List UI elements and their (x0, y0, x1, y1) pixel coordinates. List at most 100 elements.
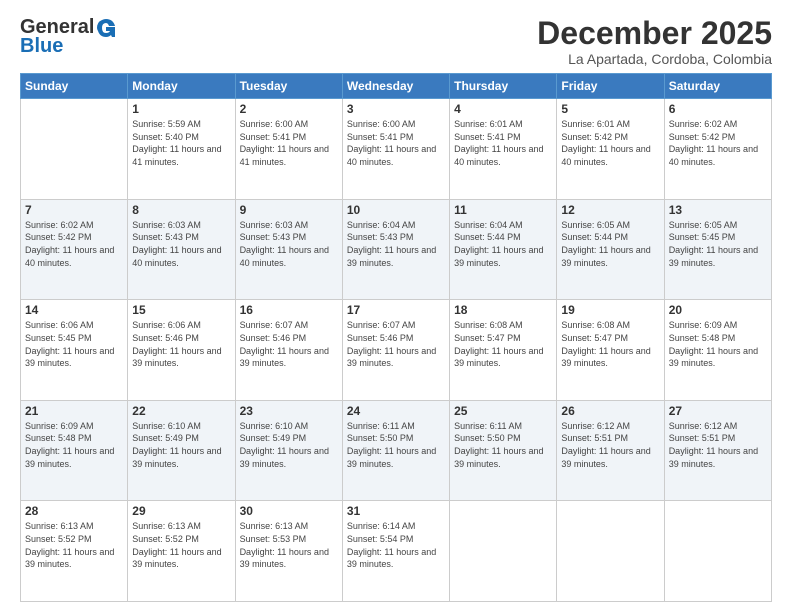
day-number: 7 (25, 203, 123, 217)
day-number: 10 (347, 203, 445, 217)
day-number: 12 (561, 203, 659, 217)
calendar-cell: 19 Sunrise: 6:08 AMSunset: 5:47 PMDayligh… (557, 300, 664, 401)
calendar-cell: 10Sunrise: 6:04 AMSunset: 5:43 PMDayligh… (342, 199, 449, 300)
calendar-cell: 8 Sunrise: 6:03 AMSunset: 5:43 PMDaylight… (128, 199, 235, 300)
calendar-cell: 12 Sunrise: 6:05 AMSunset: 5:44 PMDayligh… (557, 199, 664, 300)
day-number: 11 (454, 203, 552, 217)
day-info: Sunrise: 6:09 AMSunset: 5:48 PMDaylight:… (25, 420, 123, 470)
day-info: Sunrise: 5:59 AMSunset: 5:40 PMDaylight:… (132, 118, 230, 168)
day-number: 19 (561, 303, 659, 317)
calendar-week-row: 21Sunrise: 6:09 AMSunset: 5:48 PMDayligh… (21, 400, 772, 501)
title-section: December 2025 La Apartada, Cordoba, Colo… (537, 16, 772, 67)
header: General Blue December 2025 La Apartada, … (20, 16, 772, 67)
day-info: Sunrise: 6:12 AMSunset: 5:51 PMDaylight:… (561, 420, 659, 470)
day-info: Sunrise: 6:04 AMSunset: 5:44 PMDaylight:… (454, 219, 552, 269)
day-info: Sunrise: 6:13 AMSunset: 5:52 PMDaylight:… (25, 520, 123, 570)
day-info: Sunrise: 6:00 AMSunset: 5:41 PMDaylight:… (240, 118, 338, 168)
header-tuesday: Tuesday (235, 74, 342, 99)
day-number: 26 (561, 404, 659, 418)
calendar-cell: 31 Sunrise: 6:14 AMSunset: 5:54 PMDayligh… (342, 501, 449, 602)
calendar-cell: 3 Sunrise: 6:00 AMSunset: 5:41 PMDaylight… (342, 99, 449, 200)
calendar-cell: 17Sunrise: 6:07 AMSunset: 5:46 PMDayligh… (342, 300, 449, 401)
day-number: 22 (132, 404, 230, 418)
header-thursday: Thursday (450, 74, 557, 99)
day-number: 31 (347, 504, 445, 518)
day-info: Sunrise: 6:14 AMSunset: 5:54 PMDaylight:… (347, 520, 445, 570)
header-friday: Friday (557, 74, 664, 99)
calendar-cell: 26 Sunrise: 6:12 AMSunset: 5:51 PMDayligh… (557, 400, 664, 501)
calendar-cell (450, 501, 557, 602)
day-number: 17 (347, 303, 445, 317)
month-title: December 2025 (537, 16, 772, 51)
day-info: Sunrise: 6:06 AMSunset: 5:45 PMDaylight:… (25, 319, 123, 369)
calendar-cell (21, 99, 128, 200)
day-number: 28 (25, 504, 123, 518)
calendar-cell (664, 501, 771, 602)
location: La Apartada, Cordoba, Colombia (537, 51, 772, 67)
calendar-cell: 6 Sunrise: 6:02 AMSunset: 5:42 PMDaylight… (664, 99, 771, 200)
day-number: 30 (240, 504, 338, 518)
day-info: Sunrise: 6:02 AMSunset: 5:42 PMDaylight:… (25, 219, 123, 269)
calendar-cell: 5 Sunrise: 6:01 AMSunset: 5:42 PMDaylight… (557, 99, 664, 200)
day-number: 25 (454, 404, 552, 418)
header-wednesday: Wednesday (342, 74, 449, 99)
day-number: 20 (669, 303, 767, 317)
day-info: Sunrise: 6:11 AMSunset: 5:50 PMDaylight:… (347, 420, 445, 470)
day-info: Sunrise: 6:05 AMSunset: 5:44 PMDaylight:… (561, 219, 659, 269)
day-info: Sunrise: 6:00 AMSunset: 5:41 PMDaylight:… (347, 118, 445, 168)
calendar-cell (557, 501, 664, 602)
calendar-week-row: 7 Sunrise: 6:02 AMSunset: 5:42 PMDaylight… (21, 199, 772, 300)
calendar-cell: 9 Sunrise: 6:03 AMSunset: 5:43 PMDaylight… (235, 199, 342, 300)
day-info: Sunrise: 6:12 AMSunset: 5:51 PMDaylight:… (669, 420, 767, 470)
calendar-cell: 13 Sunrise: 6:05 AMSunset: 5:45 PMDayligh… (664, 199, 771, 300)
calendar-cell: 4 Sunrise: 6:01 AMSunset: 5:41 PMDaylight… (450, 99, 557, 200)
header-monday: Monday (128, 74, 235, 99)
day-number: 8 (132, 203, 230, 217)
day-info: Sunrise: 6:11 AMSunset: 5:50 PMDaylight:… (454, 420, 552, 470)
day-info: Sunrise: 6:01 AMSunset: 5:41 PMDaylight:… (454, 118, 552, 168)
calendar-cell: 29 Sunrise: 6:13 AMSunset: 5:52 PMDayligh… (128, 501, 235, 602)
calendar-cell: 15Sunrise: 6:06 AMSunset: 5:46 PMDayligh… (128, 300, 235, 401)
calendar-cell: 27Sunrise: 6:12 AMSunset: 5:51 PMDayligh… (664, 400, 771, 501)
day-number: 2 (240, 102, 338, 116)
day-number: 13 (669, 203, 767, 217)
logo-icon (95, 17, 117, 39)
calendar-cell: 20Sunrise: 6:09 AMSunset: 5:48 PMDayligh… (664, 300, 771, 401)
day-info: Sunrise: 6:03 AMSunset: 5:43 PMDaylight:… (132, 219, 230, 269)
day-info: Sunrise: 6:13 AMSunset: 5:52 PMDaylight:… (132, 520, 230, 570)
day-info: Sunrise: 6:08 AMSunset: 5:47 PMDaylight:… (454, 319, 552, 369)
day-info: Sunrise: 6:02 AMSunset: 5:42 PMDaylight:… (669, 118, 767, 168)
day-number: 5 (561, 102, 659, 116)
calendar-cell: 16Sunrise: 6:07 AMSunset: 5:46 PMDayligh… (235, 300, 342, 401)
calendar-cell: 1 Sunrise: 5:59 AMSunset: 5:40 PMDaylight… (128, 99, 235, 200)
day-info: Sunrise: 6:08 AMSunset: 5:47 PMDaylight:… (561, 319, 659, 369)
day-number: 6 (669, 102, 767, 116)
day-info: Sunrise: 6:05 AMSunset: 5:45 PMDaylight:… (669, 219, 767, 269)
calendar: Sunday Monday Tuesday Wednesday Thursday… (20, 73, 772, 602)
calendar-cell: 7 Sunrise: 6:02 AMSunset: 5:42 PMDaylight… (21, 199, 128, 300)
day-number: 23 (240, 404, 338, 418)
calendar-cell: 21Sunrise: 6:09 AMSunset: 5:48 PMDayligh… (21, 400, 128, 501)
day-number: 9 (240, 203, 338, 217)
day-info: Sunrise: 6:07 AMSunset: 5:46 PMDaylight:… (240, 319, 338, 369)
day-number: 4 (454, 102, 552, 116)
calendar-cell: 2 Sunrise: 6:00 AMSunset: 5:41 PMDaylight… (235, 99, 342, 200)
logo: General Blue (20, 16, 118, 58)
calendar-cell: 24Sunrise: 6:11 AMSunset: 5:50 PMDayligh… (342, 400, 449, 501)
page: General Blue December 2025 La Apartada, … (0, 0, 792, 612)
day-info: Sunrise: 6:01 AMSunset: 5:42 PMDaylight:… (561, 118, 659, 168)
day-number: 29 (132, 504, 230, 518)
calendar-cell: 30Sunrise: 6:13 AMSunset: 5:53 PMDayligh… (235, 501, 342, 602)
day-number: 3 (347, 102, 445, 116)
day-number: 1 (132, 102, 230, 116)
day-info: Sunrise: 6:03 AMSunset: 5:43 PMDaylight:… (240, 219, 338, 269)
day-number: 14 (25, 303, 123, 317)
header-saturday: Saturday (664, 74, 771, 99)
header-sunday: Sunday (21, 74, 128, 99)
calendar-cell: 23Sunrise: 6:10 AMSunset: 5:49 PMDayligh… (235, 400, 342, 501)
calendar-week-row: 28 Sunrise: 6:13 AMSunset: 5:52 PMDayligh… (21, 501, 772, 602)
calendar-cell: 28 Sunrise: 6:13 AMSunset: 5:52 PMDayligh… (21, 501, 128, 602)
day-number: 18 (454, 303, 552, 317)
calendar-cell: 14 Sunrise: 6:06 AMSunset: 5:45 PMDayligh… (21, 300, 128, 401)
day-info: Sunrise: 6:06 AMSunset: 5:46 PMDaylight:… (132, 319, 230, 369)
